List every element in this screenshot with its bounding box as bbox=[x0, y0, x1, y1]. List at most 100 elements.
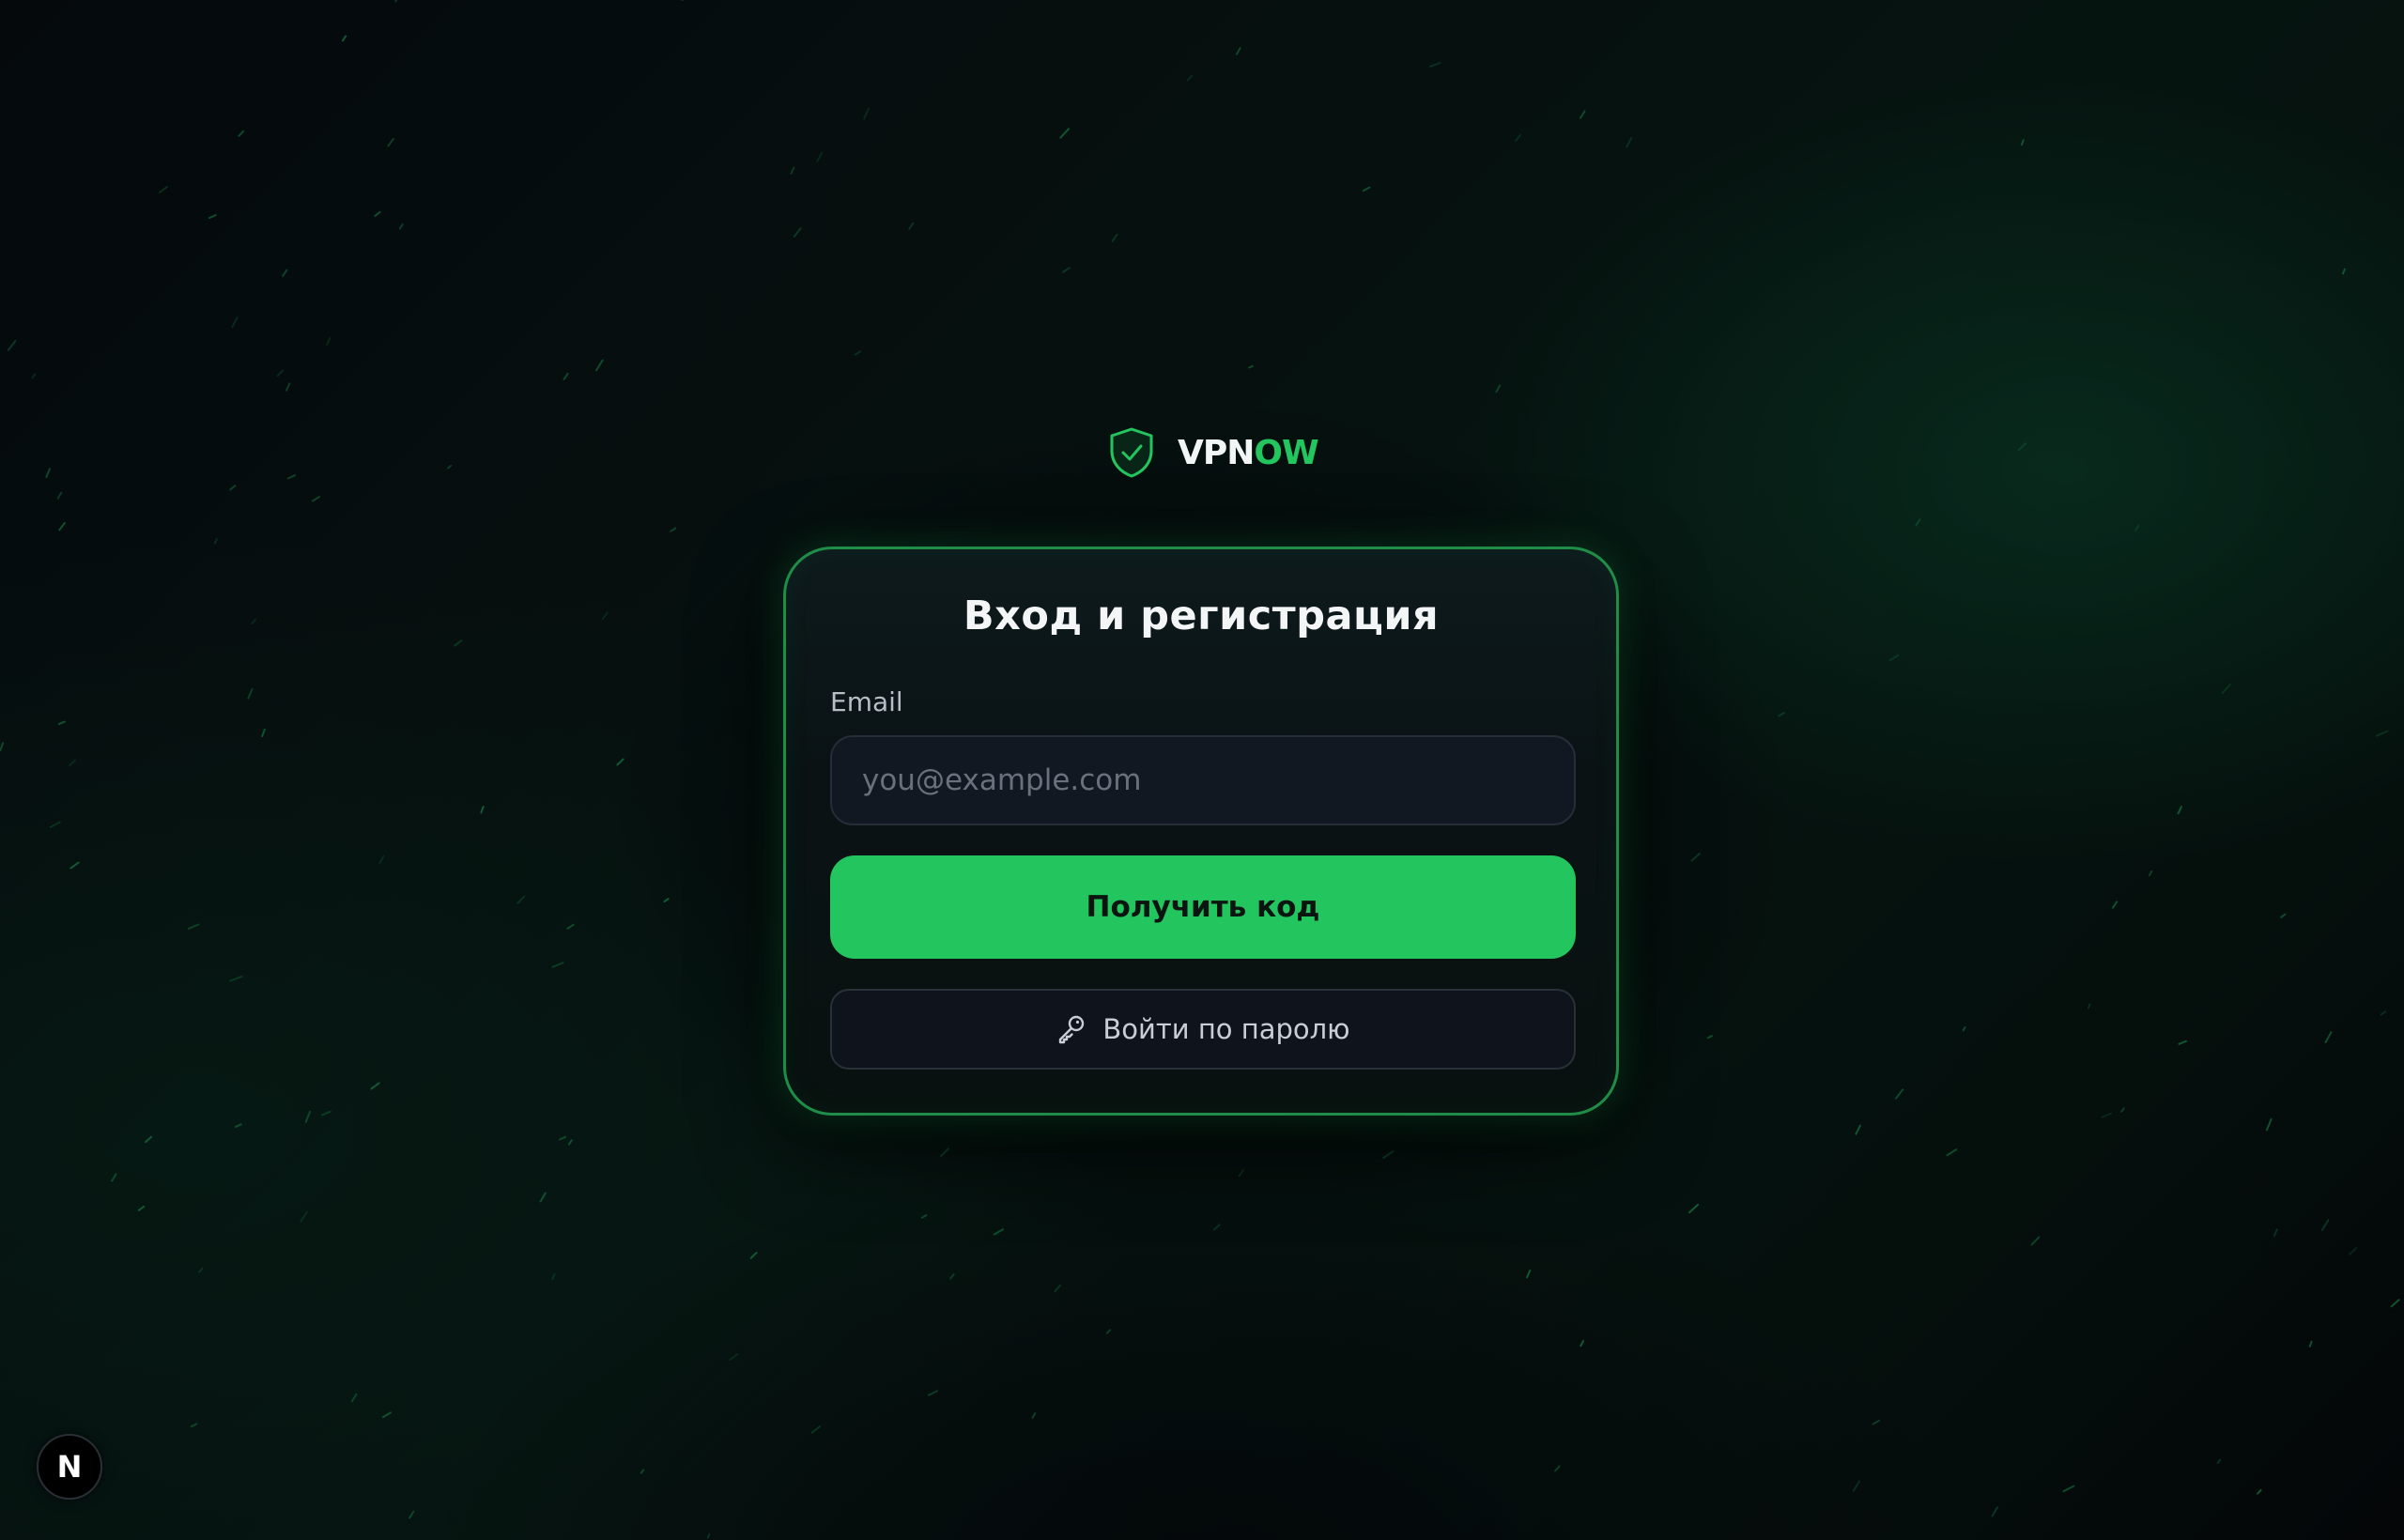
particle-streak bbox=[1946, 1148, 1958, 1157]
particle-streak bbox=[229, 975, 243, 982]
particle-streak bbox=[1526, 1270, 1532, 1279]
particle-streak bbox=[2134, 524, 2140, 531]
particle-streak bbox=[285, 382, 291, 392]
particle-streak bbox=[394, 0, 398, 3]
particle-streak bbox=[2280, 913, 2287, 918]
particle-streak bbox=[2062, 1485, 2075, 1493]
particle-streak bbox=[562, 372, 569, 380]
password-login-label: Войти по паролю bbox=[1102, 1013, 1350, 1045]
particle-streak bbox=[7, 340, 17, 351]
particle-streak bbox=[408, 1510, 415, 1519]
particle-streak bbox=[1895, 1088, 1904, 1100]
particle-streak bbox=[2177, 806, 2182, 815]
particle-streak bbox=[374, 210, 381, 217]
particle-streak bbox=[663, 898, 670, 903]
brand-name-main: VPN bbox=[1178, 433, 1255, 472]
particle-streak bbox=[551, 1272, 556, 1281]
particle-streak bbox=[729, 1353, 739, 1362]
particle-streak bbox=[159, 186, 168, 193]
particle-streak bbox=[854, 350, 862, 356]
particle-streak bbox=[208, 214, 217, 220]
particle-streak bbox=[516, 895, 526, 904]
particle-streak bbox=[2390, 1299, 2400, 1308]
particle-streak bbox=[304, 1110, 312, 1123]
particle-streak bbox=[213, 538, 218, 545]
particle-streak bbox=[111, 1173, 117, 1182]
particle-streak bbox=[321, 1110, 331, 1116]
particle-streak bbox=[1690, 852, 1701, 862]
particle-streak bbox=[381, 1411, 393, 1419]
particle-streak bbox=[1212, 1224, 1221, 1231]
particle-streak bbox=[1580, 1340, 1584, 1348]
particle-streak bbox=[300, 1210, 308, 1223]
particle-streak bbox=[2017, 442, 2027, 452]
key-icon bbox=[1059, 1015, 1085, 1044]
particle-streak bbox=[0, 742, 5, 751]
particle-streak bbox=[594, 359, 604, 372]
particle-streak bbox=[863, 107, 870, 120]
particle-streak bbox=[1962, 1025, 1966, 1032]
nextjs-dev-badge[interactable]: N bbox=[37, 1434, 102, 1500]
particle-streak bbox=[1111, 233, 1118, 242]
particle-streak bbox=[2265, 1117, 2273, 1132]
shield-check-icon bbox=[1110, 427, 1153, 478]
particle-streak bbox=[326, 336, 331, 346]
particle-streak bbox=[234, 1123, 242, 1128]
particle-streak bbox=[1429, 61, 1441, 68]
particle-streak bbox=[2273, 1228, 2278, 1238]
particle-streak bbox=[1778, 712, 1785, 717]
particle-streak bbox=[311, 496, 321, 502]
particle-streak bbox=[1852, 1480, 1860, 1492]
particle-streak bbox=[601, 611, 609, 621]
brand-name-accent: OW bbox=[1254, 433, 1318, 472]
particle-streak bbox=[480, 806, 485, 814]
particle-streak bbox=[145, 1135, 153, 1144]
particle-streak bbox=[1495, 384, 1502, 393]
auth-page: VPNOW Вход и регистрация Email Получить … bbox=[0, 0, 2404, 1540]
particle-streak bbox=[1235, 47, 1241, 55]
particle-streak bbox=[58, 521, 66, 531]
particle-streak bbox=[45, 468, 52, 479]
brand-logo: VPNOW bbox=[1108, 424, 1319, 481]
email-label: Email bbox=[830, 686, 903, 717]
particle-streak bbox=[276, 369, 285, 377]
particle-streak bbox=[1855, 1124, 1861, 1135]
particle-streak bbox=[69, 759, 77, 767]
particle-streak bbox=[2120, 1107, 2125, 1113]
particle-streak bbox=[2342, 268, 2346, 275]
password-login-button[interactable]: Войти по паролю bbox=[830, 989, 1576, 1070]
particle-streak bbox=[1706, 1035, 1713, 1040]
particle-streak bbox=[749, 1252, 758, 1259]
particle-streak bbox=[370, 1082, 380, 1090]
auth-card: Вход и регистрация Email Получить код Во… bbox=[783, 547, 1619, 1116]
particle-streak bbox=[539, 1192, 547, 1203]
get-code-button[interactable]: Получить код bbox=[830, 855, 1576, 959]
particle-streak bbox=[810, 1425, 821, 1434]
email-input[interactable] bbox=[830, 735, 1576, 825]
particle-streak bbox=[1186, 74, 1194, 82]
particle-streak bbox=[1554, 1465, 1561, 1472]
particle-streak bbox=[398, 223, 404, 230]
particle-streak bbox=[949, 1273, 955, 1280]
particle-streak bbox=[1688, 1203, 1700, 1214]
particle-streak bbox=[378, 855, 385, 865]
particle-streak bbox=[2216, 1458, 2222, 1464]
particle-streak bbox=[447, 464, 453, 470]
particle-streak bbox=[1872, 1419, 1880, 1425]
particle-streak bbox=[69, 861, 80, 870]
particle-streak bbox=[1915, 518, 1921, 527]
particle-streak bbox=[1514, 133, 1522, 143]
particle-streak bbox=[706, 1532, 711, 1539]
particle-streak bbox=[993, 1228, 1005, 1236]
particle-streak bbox=[231, 316, 239, 329]
particle-streak bbox=[2320, 1219, 2330, 1231]
nextjs-logo-icon: N bbox=[56, 1449, 83, 1485]
particle-streak bbox=[286, 474, 297, 480]
particle-streak bbox=[2324, 1031, 2333, 1044]
particle-streak bbox=[927, 1390, 938, 1396]
particle-streak bbox=[790, 166, 795, 175]
particle-streak bbox=[57, 720, 66, 726]
particle-streak bbox=[454, 639, 463, 647]
brand-name: VPNOW bbox=[1178, 433, 1319, 472]
particle-streak bbox=[670, 527, 677, 532]
